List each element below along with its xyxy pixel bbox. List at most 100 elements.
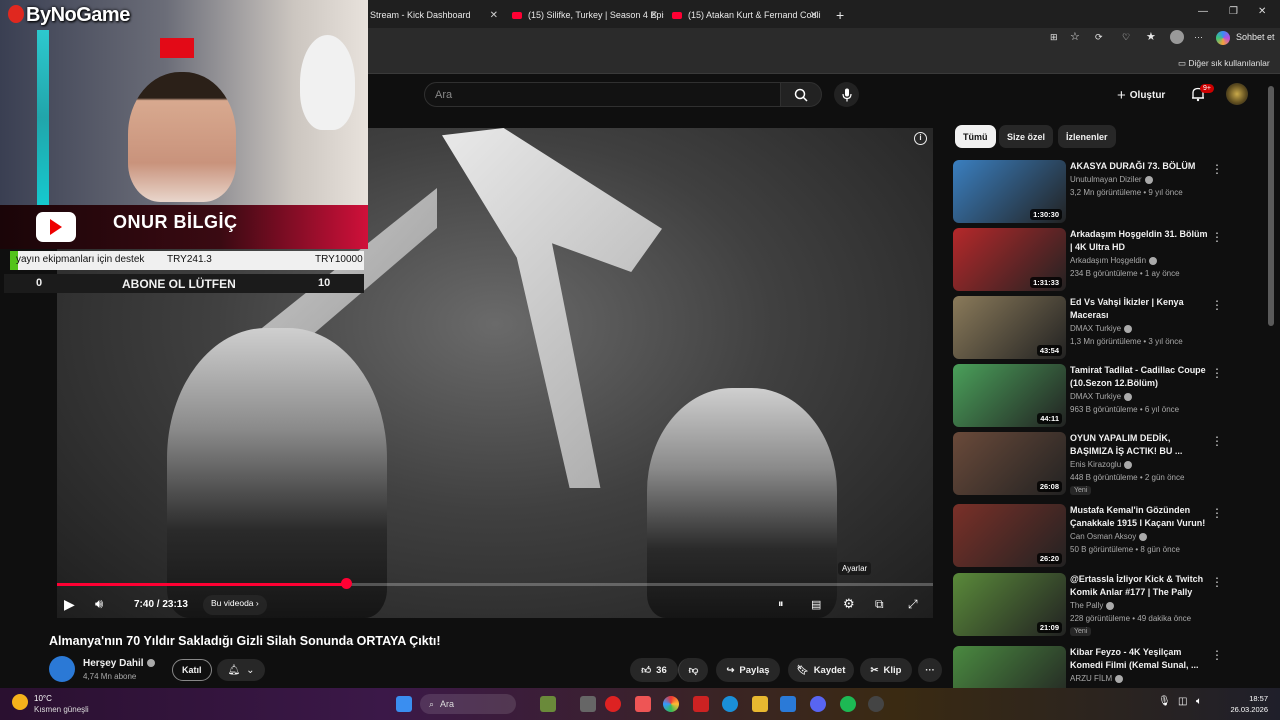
store-icon[interactable] [780, 696, 796, 712]
close-icon[interactable]: ✕ [490, 10, 498, 21]
close-window-icon[interactable]: ✕ [1258, 6, 1266, 17]
browser-essentials-icon[interactable]: ♡ [1122, 32, 1130, 43]
spotify-icon[interactable] [840, 696, 856, 712]
discord-icon[interactable] [810, 696, 826, 712]
search-input[interactable]: Ara [424, 82, 781, 107]
other-favorites-folder[interactable]: ▭ Diğer sık kullanılanlar [1178, 58, 1270, 69]
video-thumbnail[interactable]: 44:11 [953, 364, 1066, 427]
edge-icon[interactable] [722, 696, 738, 712]
recommended-video[interactable]: 43:54 Ed Vs Vahşi İkizler | Kenya Maceras… [953, 296, 1253, 362]
fullscreen-icon[interactable]: ⤢ [908, 597, 918, 612]
more-options-icon[interactable]: ⋮ [1211, 230, 1223, 244]
recommended-video-title[interactable]: OYUN YAPALIM DEDİK, BAŞIMIZA İŞ ACTIK! B… [1070, 432, 1208, 458]
channel-name[interactable]: Herşey Dahil [83, 658, 155, 669]
tab-atakan-kurt[interactable]: (15) Atakan Kurt & Fernand Couli ✕ [664, 3, 824, 27]
file-explorer-icon[interactable] [752, 696, 768, 712]
clip-button[interactable]: ✂ Klip [860, 658, 912, 682]
more-options-icon[interactable]: ⋮ [1211, 648, 1223, 662]
create-button[interactable]: + Oluştur [1117, 85, 1165, 105]
recommended-video[interactable]: 26:20 Mustafa Kemal'in Gözünden Çanakkale… [953, 504, 1253, 570]
recommended-video[interactable]: 1:30:30 AKASYA DURAĞI 73. BÖLÜM Unutulmaya… [953, 160, 1253, 226]
speaker-icon[interactable]: 🔈︎ [1196, 696, 1202, 707]
copilot-icon[interactable] [1216, 31, 1230, 45]
widget-icon[interactable] [540, 696, 556, 712]
yandex-icon[interactable] [693, 696, 709, 712]
channel-avatar[interactable] [49, 656, 75, 682]
recommended-channel[interactable]: The Pally [1070, 601, 1115, 610]
recommended-channel[interactable]: ARZU FİLM [1070, 674, 1124, 683]
minimize-icon[interactable]: — [1198, 6, 1208, 17]
scrollbar[interactable] [1268, 86, 1274, 326]
scrubber-handle[interactable] [341, 578, 353, 589]
more-actions-button[interactable]: ··· [918, 658, 942, 682]
favorite-icon[interactable]: ☆ [1070, 30, 1080, 43]
save-button[interactable]: 🔖︎ Kaydet [788, 658, 854, 682]
chat-button[interactable]: Sohbet et [1236, 32, 1275, 42]
microphone-icon[interactable]: 🎙︎ [1158, 696, 1171, 707]
tab-silifke[interactable]: (15) Silifke, Turkey | Season 4 Episo ✕ [504, 3, 664, 27]
recommended-video[interactable]: 21:09 @Ertassla İzliyor Kick & Twitch Kom… [953, 573, 1253, 639]
recommended-video-title[interactable]: @Ertassla İzliyor Kick & Twitch Komik An… [1070, 573, 1208, 599]
new-tab-button[interactable]: + [828, 3, 848, 27]
tab-kick-dashboard[interactable]: Stream - Kick Dashboard ✕ [362, 3, 504, 27]
recommended-channel[interactable]: DMAX Turkiye [1070, 392, 1133, 401]
video-thumbnail[interactable]: 1:30:30 [953, 160, 1066, 223]
search-button[interactable] [780, 82, 822, 107]
subtitles-icon[interactable]: ▤ [811, 598, 821, 611]
join-button[interactable]: Katıl [172, 659, 212, 681]
more-options-icon[interactable]: ⋮ [1211, 162, 1223, 176]
chapter-button[interactable]: Bu videoda › [203, 595, 267, 615]
recommended-channel[interactable]: Enis Kirazoglu [1070, 460, 1133, 469]
start-icon[interactable] [396, 696, 412, 712]
recommended-channel[interactable]: Can Osman Aksoy [1070, 532, 1148, 541]
app-icon[interactable] [635, 696, 651, 712]
video-thumbnail[interactable]: 21:09 [953, 573, 1066, 636]
miniplayer-icon[interactable]: ⧉ [875, 597, 884, 612]
video-thumbnail[interactable]: 26:20 [953, 504, 1066, 567]
info-icon[interactable]: i [914, 132, 927, 145]
opera-icon[interactable] [605, 696, 621, 712]
close-icon[interactable]: ✕ [810, 10, 818, 21]
video-thumbnail[interactable]: 26:08 [953, 432, 1066, 495]
autoplay-toggle-icon[interactable]: ⏸ [778, 598, 784, 611]
recommended-video[interactable]: 44:11 Tamirat Tadilat - Cadillac Coupe (1… [953, 364, 1253, 430]
close-icon[interactable]: ✕ [650, 10, 658, 21]
recommended-video-title[interactable]: Mustafa Kemal'in Gözünden Çanakkale 1915… [1070, 504, 1208, 530]
filter-for-you[interactable]: Size özel [999, 125, 1054, 148]
recommended-video-title[interactable]: AKASYA DURAĞI 73. BÖLÜM [1070, 160, 1208, 173]
subscribe-bell-button[interactable]: 🔔︎ ⌄ [217, 659, 265, 681]
network-icon[interactable]: ◫ [1178, 696, 1187, 707]
extensions-icon[interactable]: ⟳ [1095, 32, 1103, 43]
obs-icon[interactable] [868, 696, 884, 712]
recommended-channel[interactable]: Unutulmayan Diziler [1070, 175, 1153, 184]
weather-icon[interactable] [12, 694, 28, 710]
voice-search-button[interactable] [834, 82, 859, 107]
share-button[interactable]: ↪ Paylaş [716, 658, 780, 682]
maximize-icon[interactable]: ❐ [1229, 6, 1238, 17]
recommended-video-title[interactable]: Kibar Feyzo - 4K Yeşilçam Komedi Filmi (… [1070, 646, 1208, 672]
more-options-icon[interactable]: ⋮ [1211, 575, 1223, 589]
filter-all[interactable]: Tümü [955, 125, 996, 148]
settings-icon[interactable]: ⚙ [843, 596, 855, 612]
recommended-channel[interactable]: Arkadaşım Hoşgeldin [1070, 256, 1158, 265]
volume-icon[interactable]: 🔊︎ [95, 596, 103, 612]
recommended-video-title[interactable]: Ed Vs Vahşi İkizler | Kenya Macerası [1070, 296, 1208, 322]
recommended-video-title[interactable]: Tamirat Tadilat - Cadillac Coupe (10.Sez… [1070, 364, 1208, 390]
recommended-video[interactable]: 1:31:33 Arkadaşım Hoşgeldin 31. Bölüm | 4… [953, 228, 1253, 294]
task-view-icon[interactable] [580, 696, 596, 712]
split-screen-icon[interactable]: ⊞ [1050, 32, 1058, 43]
video-thumbnail[interactable]: 1:31:33 [953, 228, 1066, 291]
favorites-icon[interactable]: ★ [1146, 30, 1156, 43]
recommended-video[interactable]: 26:08 OYUN YAPALIM DEDİK, BAŞIMIZA İŞ ACT… [953, 432, 1253, 498]
recommended-video-title[interactable]: Arkadaşım Hoşgeldin 31. Bölüm | 4K Ultra… [1070, 228, 1208, 254]
filter-watched[interactable]: İzlenenler [1058, 125, 1116, 148]
video-thumbnail[interactable]: 43:54 [953, 296, 1066, 359]
more-options-icon[interactable]: ⋮ [1211, 506, 1223, 520]
more-menu-icon[interactable]: ··· [1194, 32, 1203, 42]
more-options-icon[interactable]: ⋮ [1211, 366, 1223, 380]
dislike-button[interactable]: 👎︎ [678, 658, 708, 682]
recommended-channel[interactable]: DMAX Turkiye [1070, 324, 1133, 333]
play-icon[interactable]: ▶ [64, 596, 75, 613]
more-options-icon[interactable]: ⋮ [1211, 434, 1223, 448]
progress-bar[interactable] [57, 583, 933, 586]
